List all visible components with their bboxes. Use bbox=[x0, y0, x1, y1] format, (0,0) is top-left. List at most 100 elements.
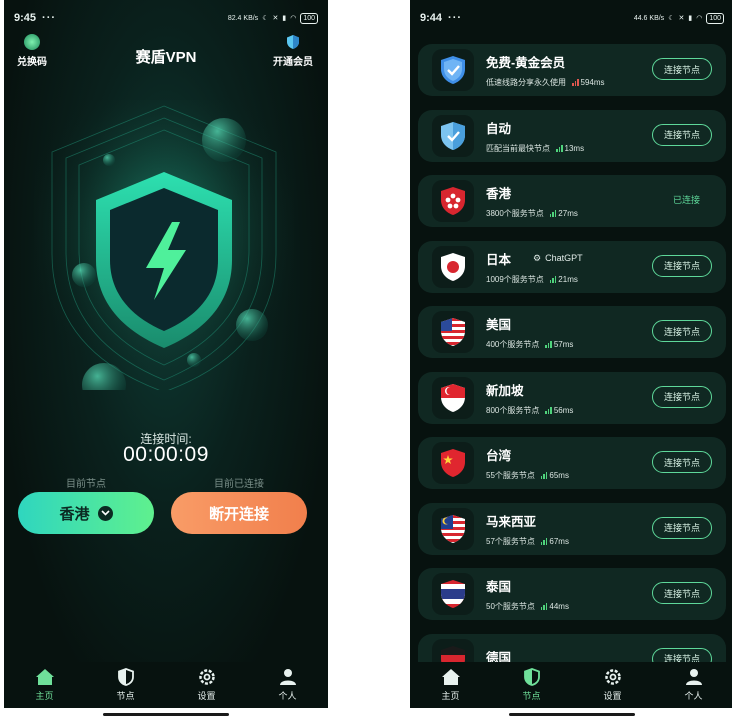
node-desc: 57个服务节点 bbox=[486, 536, 535, 546]
signal-bars-icon bbox=[549, 210, 557, 217]
signal-bars-icon bbox=[556, 144, 563, 152]
home-indicator bbox=[103, 713, 229, 716]
connect-node-button[interactable]: 连接节点 bbox=[652, 451, 712, 473]
mute-icon: ✕ bbox=[272, 15, 279, 22]
hong-kong-flag-icon bbox=[432, 180, 474, 222]
node-name: 美国 bbox=[486, 318, 512, 332]
node-card[interactable]: 日本 ⚙ ChatGPT 1009个服务节点 21ms 连接节点 bbox=[418, 240, 726, 293]
ping-indicator: 594ms bbox=[572, 78, 605, 87]
ping-indicator: 57ms bbox=[545, 340, 573, 349]
node-subline: 3800个服务节点 27ms bbox=[486, 208, 726, 219]
node-name: 新加坡 bbox=[486, 383, 524, 398]
tab-bar: 主页 节点 设置 个人 bbox=[4, 662, 328, 708]
tab-settings-label: 设置 bbox=[197, 691, 216, 701]
node-name: 自动 bbox=[486, 121, 512, 136]
connect-node-button[interactable]: 连接节点 bbox=[652, 58, 712, 80]
node-name: 台湾 bbox=[486, 449, 512, 463]
connect-node-button[interactable]: 连接节点 bbox=[652, 582, 712, 604]
moon-icon: ☾ bbox=[262, 15, 269, 22]
mute-icon: ✕ bbox=[678, 15, 685, 22]
tab-home-label: 主页 bbox=[35, 691, 54, 701]
node-desc: 低速线路分享永久使用 bbox=[486, 78, 566, 87]
bubble bbox=[236, 309, 268, 341]
ping-indicator: 65ms bbox=[540, 471, 569, 480]
person-icon bbox=[279, 669, 296, 685]
connected-status: 已连接 bbox=[672, 195, 700, 205]
node-desc: 匹配当前最快节点 bbox=[486, 143, 550, 153]
node-card[interactable]: 台湾 55个服务节点 65ms 连接节点 bbox=[418, 437, 726, 489]
node-card[interactable]: 自动 匹配当前最快节点 13ms 连接节点 bbox=[418, 109, 726, 162]
ping-value: 56ms bbox=[553, 405, 574, 415]
status-bar: 9:45 ··· 82.4 KB/s ☾ ✕ ▮ ◠ 100 bbox=[14, 8, 318, 28]
singapore-flag-icon bbox=[432, 376, 474, 419]
connect-node-button[interactable]: 连接节点 bbox=[652, 516, 712, 539]
shield-icon bbox=[523, 668, 540, 686]
tab-settings-label: 设置 bbox=[603, 691, 622, 701]
vip-button[interactable]: 开通会员 bbox=[268, 34, 318, 68]
ping-indicator: 21ms bbox=[549, 274, 578, 284]
node-desc: 400个服务节点 bbox=[486, 340, 540, 349]
node-card[interactable]: 免费-黄金会员 低速线路分享永久使用 594ms 连接节点 bbox=[418, 44, 726, 96]
openai-icon: ⚙ bbox=[533, 252, 542, 263]
gear-icon bbox=[198, 669, 215, 685]
tab-nodes-label: 节点 bbox=[116, 691, 135, 701]
vip-shield-icon bbox=[287, 35, 299, 49]
node-card[interactable]: 马来西亚 57个服务节点 67ms 连接节点 bbox=[418, 502, 726, 555]
node-list-screen: 9:44 ··· 44.6 KB/s ☾ ✕ ▮ ◠ 100 免费-黄金会员 低速线… bbox=[410, 0, 732, 708]
node-select-button[interactable]: 香港 bbox=[18, 492, 154, 534]
node-card[interactable]: 香港 3800个服务节点 27ms 已连接 bbox=[418, 175, 726, 227]
vip-label: 开通会员 bbox=[273, 57, 313, 68]
signal-bars-icon bbox=[540, 603, 548, 610]
node-card[interactable]: 新加坡 800个服务节点 56ms 连接节点 bbox=[418, 371, 726, 424]
tab-home[interactable]: 主页 bbox=[421, 668, 481, 702]
bubble bbox=[103, 154, 115, 166]
signal-bars-icon bbox=[545, 406, 552, 414]
node-desc: 3800个服务节点 bbox=[486, 209, 544, 218]
ping-value: 57ms bbox=[553, 340, 574, 349]
shield-sky-icon bbox=[432, 114, 474, 157]
tab-profile-label: 个人 bbox=[278, 691, 297, 701]
net-speed: 44.6 KB/s bbox=[633, 14, 665, 22]
wifi-icon: ◠ bbox=[696, 15, 703, 22]
connect-node-button[interactable]: 连接节点 bbox=[652, 385, 712, 408]
tab-settings[interactable]: 设置 bbox=[177, 668, 237, 702]
tab-nodes[interactable]: 节点 bbox=[96, 668, 156, 702]
signal-bars-icon bbox=[572, 79, 579, 86]
ping-indicator: 56ms bbox=[545, 406, 573, 415]
ping-indicator: 44ms bbox=[540, 602, 569, 611]
vpn-shield-hero bbox=[34, 100, 294, 390]
bubble bbox=[72, 263, 96, 287]
tab-home-label: 主页 bbox=[441, 691, 460, 701]
tab-settings[interactable]: 设置 bbox=[583, 668, 643, 702]
node-name: 日本 bbox=[486, 252, 512, 267]
signal-bars-icon bbox=[540, 472, 548, 479]
ping-indicator: 27ms bbox=[549, 209, 578, 218]
node-name: 马来西亚 bbox=[486, 514, 537, 529]
thailand-flag-icon bbox=[432, 573, 474, 615]
ping-value: 21ms bbox=[558, 274, 578, 284]
node-desc: 55个服务节点 bbox=[486, 471, 535, 480]
connection-timer: 00:00:09 bbox=[123, 443, 209, 466]
node-list: 免费-黄金会员 低速线路分享永久使用 594ms 连接节点 自动 匹配当前最快节点 13ms… bbox=[418, 44, 726, 699]
connect-node-button[interactable]: 连接节点 bbox=[652, 254, 712, 277]
node-desc: 1009个服务节点 bbox=[486, 274, 544, 284]
disconnect-button[interactable]: 断开连接 bbox=[171, 492, 307, 534]
ping-value: 27ms bbox=[558, 209, 578, 218]
node-select-label: 香港 bbox=[59, 505, 90, 523]
connected-caption: 目前已连接 bbox=[214, 479, 264, 490]
bubble bbox=[202, 118, 246, 162]
tab-nodes[interactable]: 节点 bbox=[502, 668, 562, 702]
net-speed: 82.4 KB/s bbox=[227, 14, 259, 22]
home-icon bbox=[441, 669, 460, 685]
node-name: 香港 bbox=[486, 187, 512, 201]
node-card[interactable]: 美国 400个服务节点 57ms 连接节点 bbox=[418, 306, 726, 358]
signal-icon: ▮ bbox=[688, 15, 693, 22]
node-card[interactable]: 泰国 50个服务节点 44ms 连接节点 bbox=[418, 568, 726, 620]
connect-node-button[interactable]: 连接节点 bbox=[652, 123, 712, 146]
gear-icon bbox=[604, 669, 621, 685]
tab-profile[interactable]: 个人 bbox=[258, 668, 318, 702]
connect-node-button[interactable]: 连接节点 bbox=[652, 320, 712, 342]
tab-profile[interactable]: 个人 bbox=[664, 668, 724, 702]
signal-bars-icon bbox=[540, 537, 548, 545]
tab-home[interactable]: 主页 bbox=[15, 668, 75, 702]
